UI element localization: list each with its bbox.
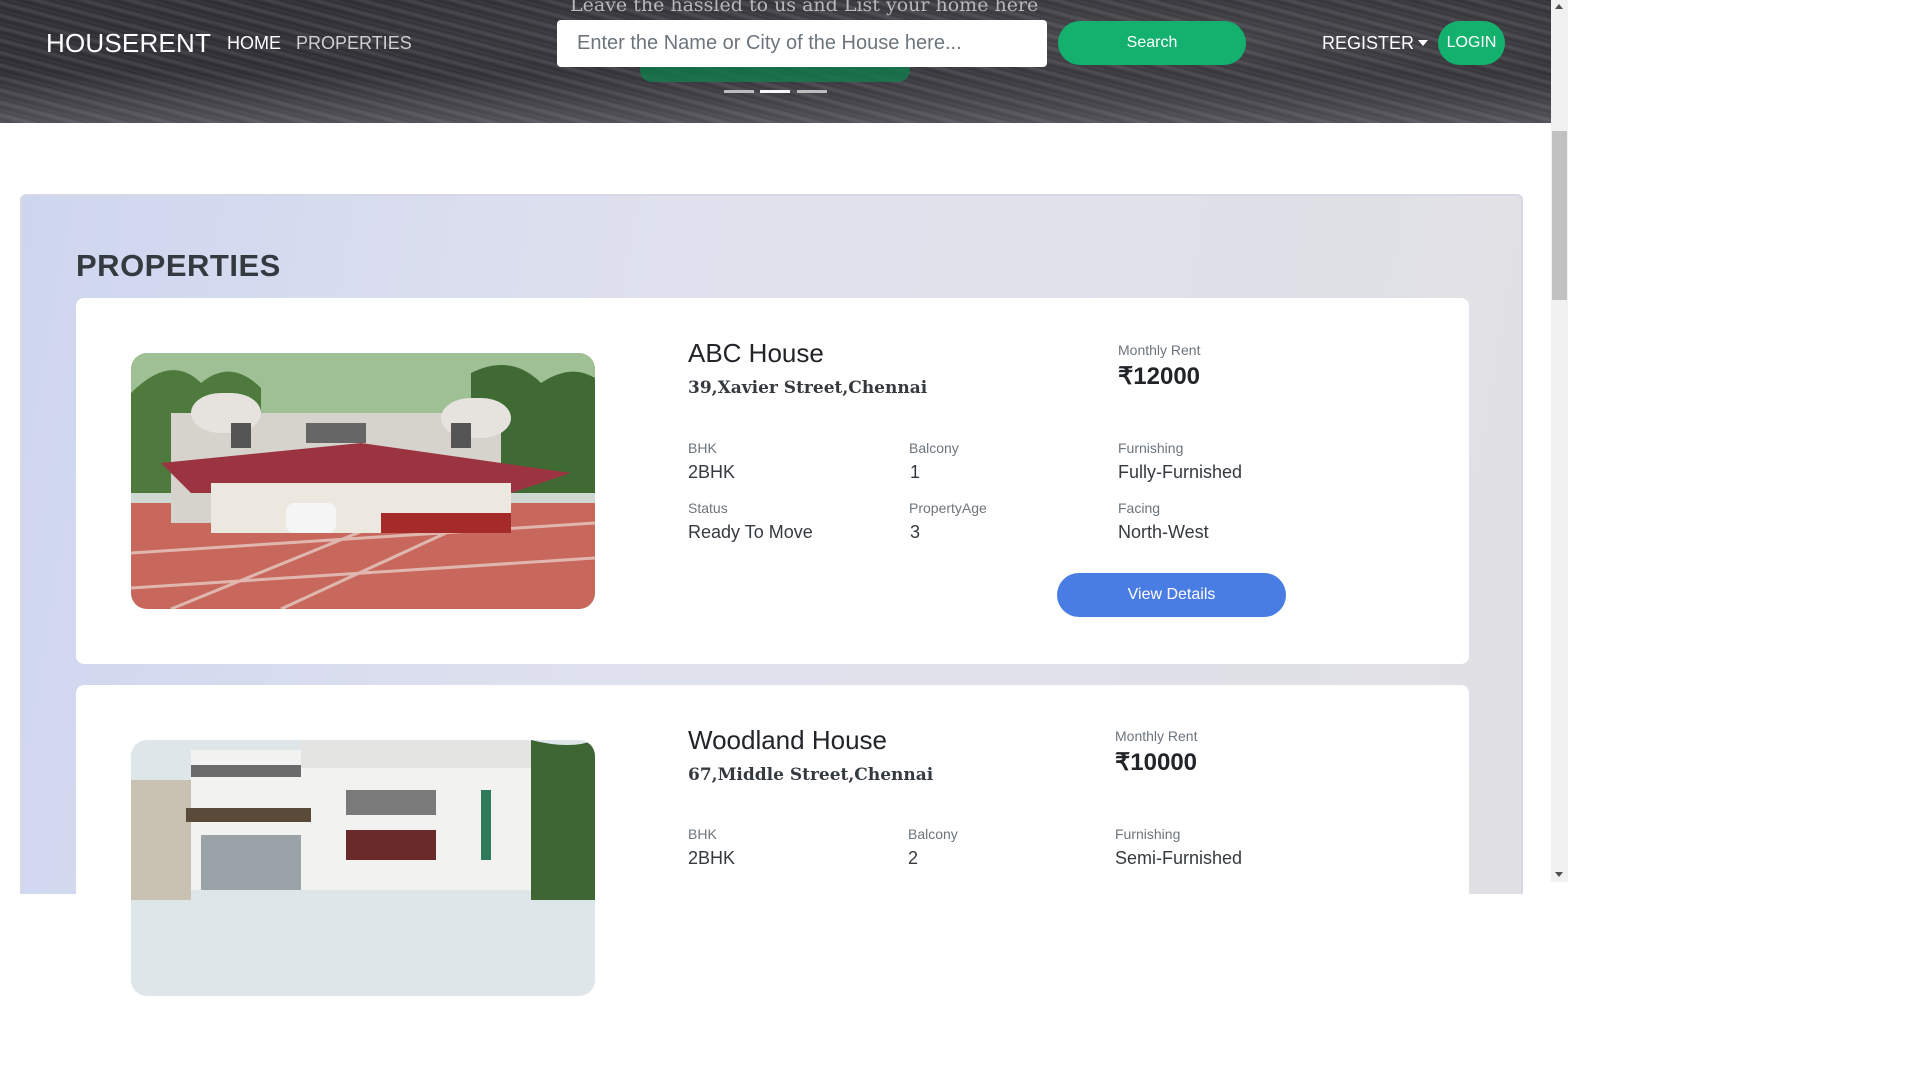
property-image[interactable] xyxy=(131,740,595,996)
nav-properties-link[interactable]: PROPERTIES xyxy=(296,33,412,54)
hero-tagline: Leave the hassled to us and List your ho… xyxy=(570,0,1039,16)
scroll-down-arrow-icon[interactable] xyxy=(1555,872,1563,877)
balcony-label: Balcony xyxy=(909,440,959,456)
property-address: 67,Middle Street,Chennai xyxy=(688,765,934,785)
carousel-indicator-2[interactable] xyxy=(760,90,790,93)
balcony-label: Balcony xyxy=(908,826,958,842)
rent-label: Monthly Rent xyxy=(1115,728,1198,744)
furnishing-label: Furnishing xyxy=(1115,826,1181,842)
rent-label: Monthly Rent xyxy=(1118,342,1201,358)
facing-value: North-West xyxy=(1118,522,1209,542)
property-card: ABC House 39,Xavier Street,Chennai Month… xyxy=(76,298,1469,664)
search-input[interactable] xyxy=(557,20,1047,67)
scrollbar-thumb[interactable] xyxy=(1552,131,1567,300)
balcony-value: 2 xyxy=(908,848,919,868)
property-age-label: PropertyAge xyxy=(909,500,987,516)
login-button[interactable]: LOGIN xyxy=(1438,21,1505,65)
caret-down-icon[interactable] xyxy=(1418,40,1428,46)
furnishing-value: Fully-Furnished xyxy=(1118,462,1243,482)
property-age-value: 3 xyxy=(910,522,921,542)
bhk-value: 2BHK xyxy=(688,462,736,482)
property-name[interactable]: Woodland House xyxy=(688,725,887,756)
facing-label: Facing xyxy=(1118,500,1161,516)
property-name[interactable]: ABC House xyxy=(688,338,824,369)
furnishing-label: Furnishing xyxy=(1118,440,1184,456)
scroll-up-arrow-icon[interactable] xyxy=(1555,4,1563,9)
carousel-indicator-3[interactable] xyxy=(797,90,827,93)
nav-home-link[interactable]: HOME xyxy=(227,33,281,54)
brand-logo[interactable]: HOUSERENT xyxy=(46,28,211,59)
balcony-value: 1 xyxy=(910,462,921,482)
status-label: Status xyxy=(688,500,728,516)
furnishing-value: Semi-Furnished xyxy=(1115,848,1243,868)
bhk-value: 2BHK xyxy=(688,848,736,868)
bhk-label: BHK xyxy=(688,440,717,456)
bhk-label: BHK xyxy=(688,826,717,842)
section-title: PROPERTIES xyxy=(76,248,281,283)
property-address: 39,Xavier Street,Chennai xyxy=(688,378,928,398)
view-details-button[interactable]: View Details xyxy=(1057,573,1286,617)
status-value: Ready To Move xyxy=(688,522,813,542)
property-card: Woodland House 67,Middle Street,Chennai … xyxy=(76,685,1469,996)
search-button[interactable]: Search xyxy=(1058,21,1246,65)
carousel-indicator-1[interactable] xyxy=(724,90,754,93)
property-image[interactable] xyxy=(131,353,595,609)
rent-value: ₹12000 xyxy=(1118,363,1201,390)
register-dropdown[interactable]: REGISTER xyxy=(1322,33,1414,54)
rent-value: ₹10000 xyxy=(1115,749,1198,776)
